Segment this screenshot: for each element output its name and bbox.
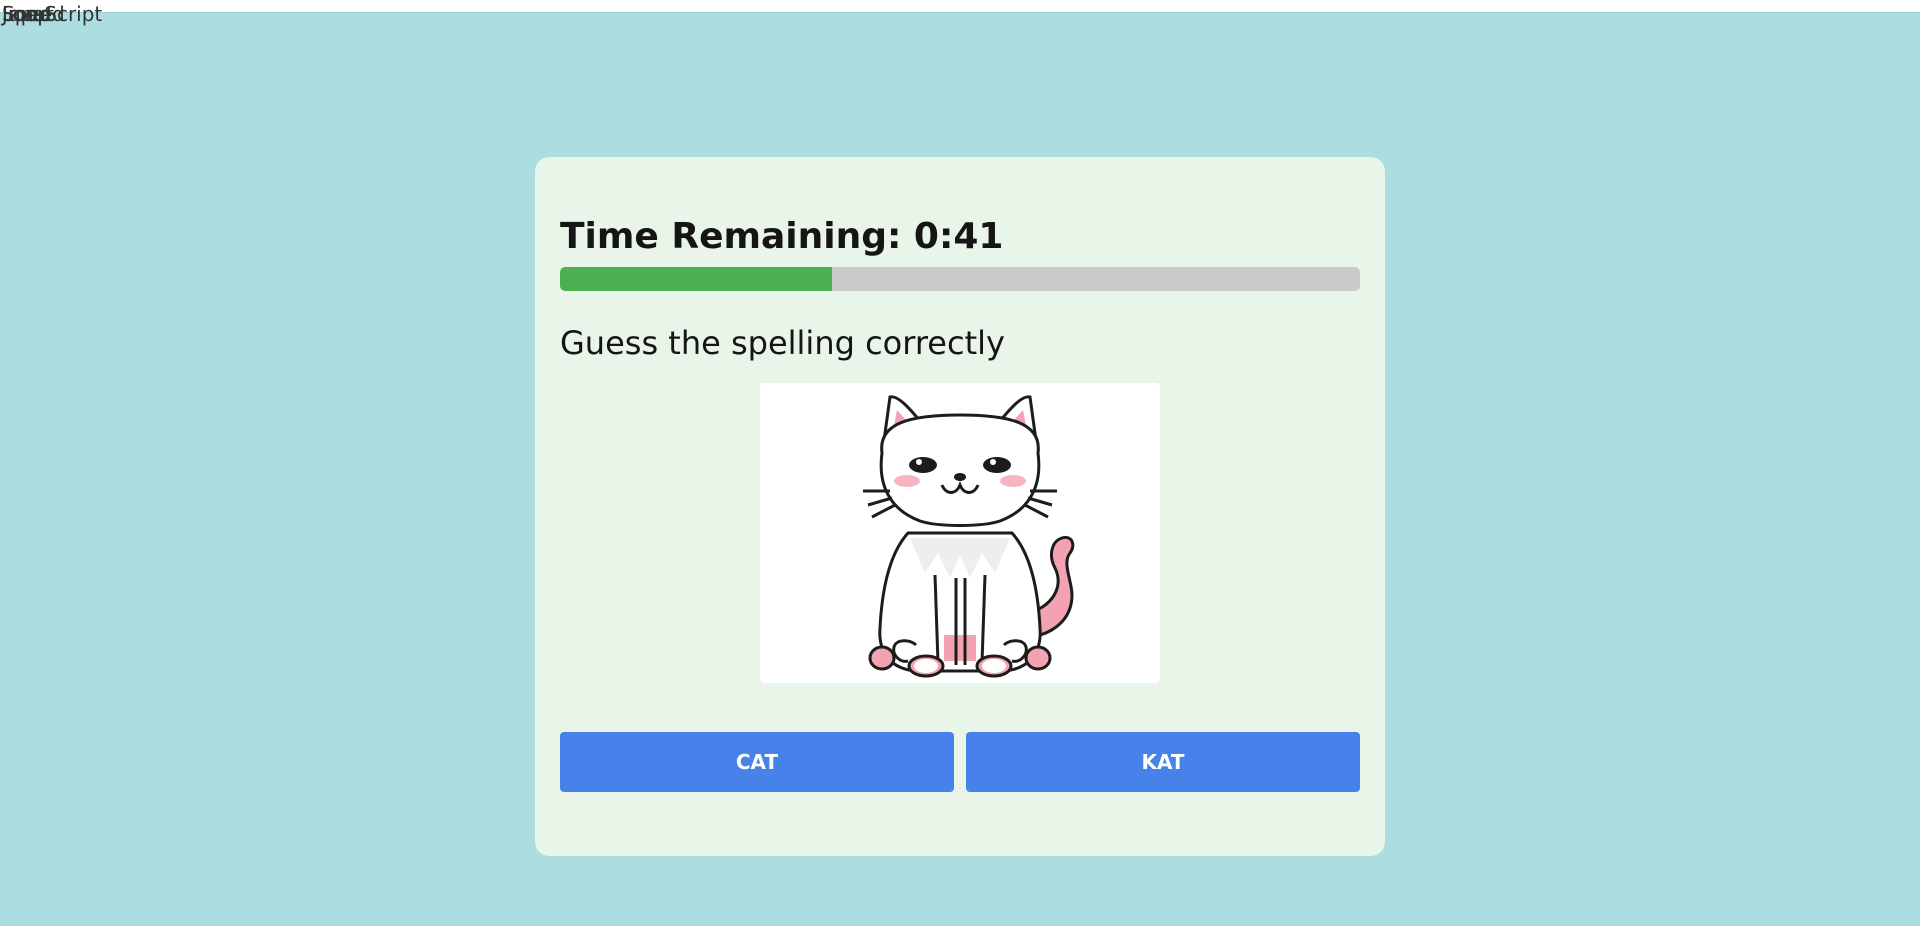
cat-paw-back-right [1024, 645, 1052, 671]
overlapping-header-text: JavaScript Input Loop Loop Speed [0, 3, 140, 25]
cat-eye-right-shine [990, 459, 996, 465]
answer-options: CAT KAT [560, 732, 1360, 792]
time-progress-bar [560, 267, 1360, 291]
word-picture [760, 383, 1160, 683]
cat-illustration [863, 395, 1075, 678]
answer-button-cat[interactable]: CAT [560, 732, 954, 792]
cat-eye-left-shine [916, 459, 922, 465]
answer-button-kat[interactable]: KAT [966, 732, 1360, 792]
cat-eye-right [983, 457, 1011, 473]
cat-paw-front-right-top [982, 659, 1006, 673]
time-progress-fill [560, 267, 832, 291]
cat-cheek-right [1000, 475, 1026, 487]
time-remaining-heading: Time Remaining: 0:41 [560, 216, 1004, 257]
cat-nose [954, 473, 966, 481]
cat-belly [944, 635, 976, 661]
cat-cheek-left [894, 475, 920, 487]
cat-head [879, 413, 1041, 527]
cat-eye-left [909, 457, 937, 473]
cat-paw-back-left [868, 645, 896, 671]
header-text-speed: Speed [2, 2, 65, 26]
game-card: Time Remaining: 0:41 Guess the spelling … [535, 157, 1385, 856]
game-stage: Time Remaining: 0:41 Guess the spelling … [0, 12, 1920, 926]
cat-paw-front-left-top [914, 659, 938, 673]
question-prompt: Guess the spelling correctly [560, 324, 1005, 362]
